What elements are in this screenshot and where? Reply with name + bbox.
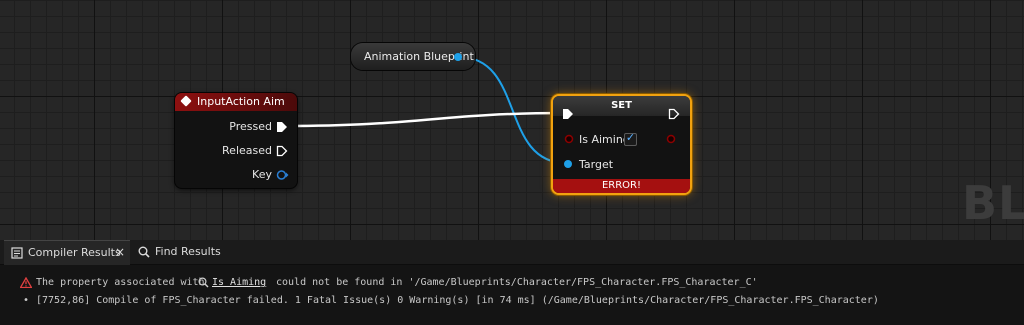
blueprint-graph-canvas[interactable]: BLU Animation Blueprint InputAction Aim … <box>0 0 1024 240</box>
wire-layer <box>284 56 567 164</box>
node-error-banner: ERROR! <box>553 179 690 193</box>
compiler-results-list: The property associated with Is Aiming c… <box>0 265 1024 325</box>
pressed-pin-label: Pressed <box>229 120 272 133</box>
tab-find-results[interactable]: Find Results <box>134 240 224 264</box>
object-wire[interactable] <box>458 56 567 164</box>
is-aiming-checkbox[interactable]: ✓ <box>624 131 637 146</box>
set-is-aiming-node[interactable]: SET Is Aiming ✓ Target ERROR! <box>551 94 692 195</box>
event-icon <box>180 95 192 107</box>
object-output-pin[interactable] <box>453 52 463 62</box>
search-icon <box>138 246 150 258</box>
bullet-icon: • <box>23 295 30 306</box>
released-pin-label: Released <box>222 144 272 157</box>
pressed-exec-pin[interactable] <box>276 121 288 133</box>
is-aiming-output-pin[interactable] <box>666 134 676 144</box>
property-search-icon <box>198 277 209 288</box>
warning-triangle-icon <box>20 277 32 288</box>
tab-compiler-results-label: Compiler Results <box>28 246 121 259</box>
is-aiming-link[interactable]: Is Aiming <box>212 277 266 288</box>
exec-wire[interactable] <box>284 111 567 128</box>
set-exec-output-pin[interactable] <box>668 108 680 120</box>
error-message-suffix: could not be found in '/Game/Blueprints/… <box>276 277 758 288</box>
input-action-aim-node[interactable]: InputAction Aim Pressed Released Key <box>175 93 297 188</box>
animation-blueprint-node[interactable]: Animation Blueprint <box>351 43 475 70</box>
is-aiming-input-pin[interactable] <box>564 134 574 144</box>
input-action-title: InputAction Aim <box>197 95 285 108</box>
released-exec-pin[interactable] <box>276 145 288 157</box>
node-error-text: ERROR! <box>601 180 642 191</box>
compiler-results-icon <box>11 247 23 259</box>
set-exec-input-pin[interactable] <box>562 108 574 120</box>
error-message-prefix: The property associated with <box>36 277 205 288</box>
bottom-panel-tab-bar: Compiler Results × Find Results <box>0 240 1024 265</box>
close-icon[interactable]: × <box>115 245 125 259</box>
info-message-text: [7752,86] Compile of FPS_Character faile… <box>36 295 879 306</box>
target-pin-label: Target <box>579 158 614 171</box>
tab-find-results-label: Find Results <box>155 245 221 258</box>
is-aiming-label: Is Aiming <box>579 133 630 146</box>
tab-compiler-results[interactable]: Compiler Results × <box>4 240 130 265</box>
key-pin-label: Key <box>252 168 272 181</box>
checkmark-icon: ✓ <box>625 131 636 144</box>
target-input-pin[interactable] <box>563 159 573 169</box>
input-action-header: InputAction Aim <box>175 93 297 111</box>
key-struct-pin[interactable] <box>276 169 289 181</box>
